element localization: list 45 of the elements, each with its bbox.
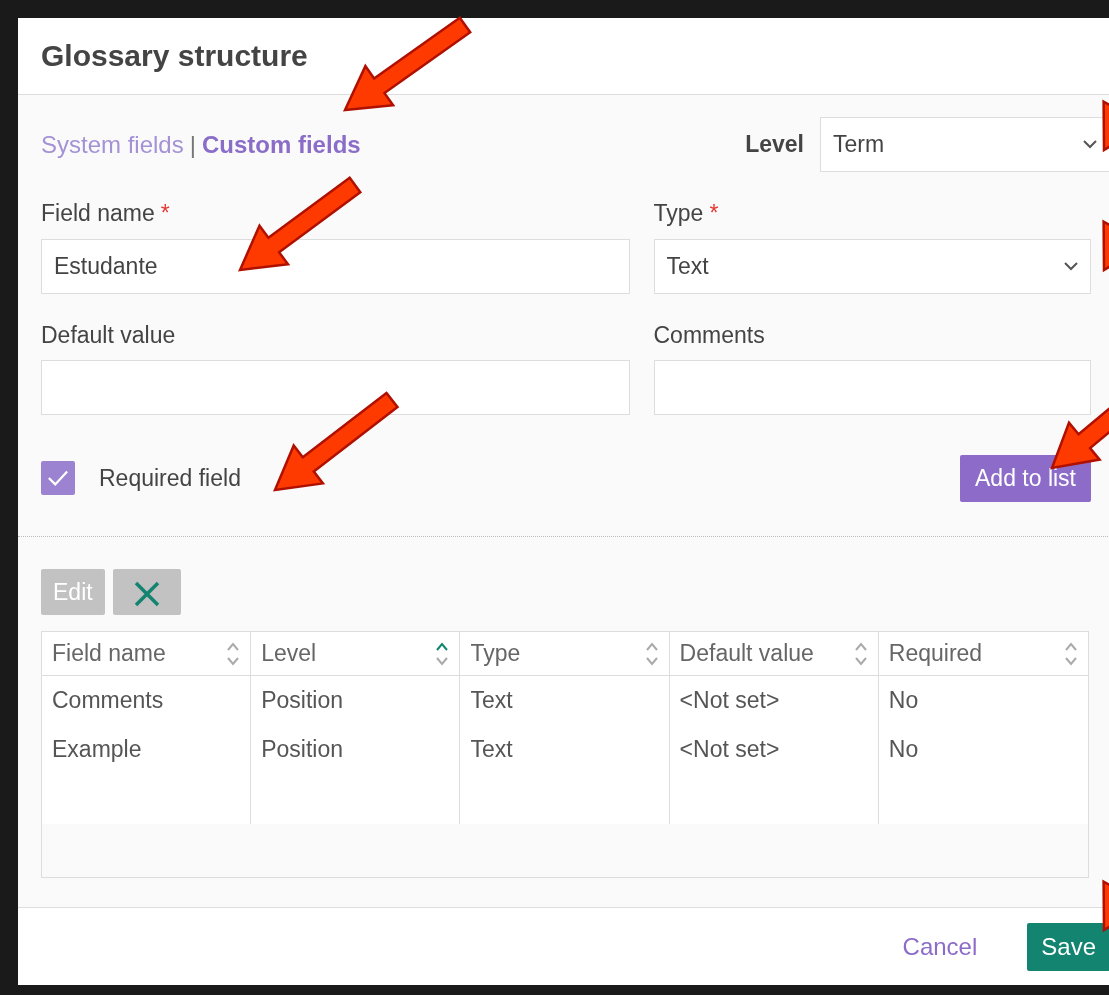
save-button[interactable]: Save — [1027, 922, 1109, 971]
table-cell-text: Example — [52, 735, 143, 764]
table-cell-text: <Not set> — [679, 735, 781, 764]
checkbox-label: Required field — [99, 464, 241, 493]
field-label: Field name * — [41, 199, 171, 228]
cancel-link[interactable]: Cancel — [902, 928, 978, 965]
table-cell-text: <Not set> — [679, 686, 781, 715]
field-label: Comments — [653, 320, 766, 350]
table-cell-text: Position — [261, 686, 344, 715]
table-cell-text: No — [888, 735, 920, 764]
table-cell-text: Position — [261, 735, 344, 764]
default-value-input[interactable] — [41, 360, 630, 415]
dropdown-value: Term — [833, 130, 885, 160]
checkbox[interactable] — [41, 461, 75, 496]
column-label: Required — [888, 639, 983, 669]
field-tab[interactable]: Custom fields — [201, 126, 361, 163]
table-cell-text: Text — [470, 686, 514, 715]
tab-separator: | — [189, 129, 196, 160]
chevron-down-icon — [1064, 261, 1078, 271]
comments-input[interactable] — [653, 360, 1091, 415]
column-label: Default value — [679, 639, 814, 669]
type-dropdown[interactable]: Text — [653, 238, 1091, 294]
field-label: Default value — [41, 320, 177, 350]
table-cell-text: No — [888, 686, 920, 715]
column-header[interactable]: Level — [251, 632, 461, 675]
add-to-list-button[interactable]: Add to list — [960, 455, 1091, 502]
column-header[interactable]: Field name — [42, 632, 252, 675]
field-name-input[interactable]: Estudante — [41, 238, 630, 294]
column-header[interactable]: Default value — [669, 632, 879, 675]
close-icon — [132, 579, 161, 608]
level-dropdown[interactable]: Term — [820, 117, 1109, 172]
dialog-title: Glossary structure — [41, 38, 309, 74]
table-cell-text: Comments — [52, 686, 165, 715]
table-cell-text: Text — [470, 735, 514, 764]
dropdown-value: Text — [666, 251, 709, 281]
level-label: Level — [745, 130, 804, 160]
column-header[interactable]: Required — [878, 632, 1088, 675]
field-label: Type * — [653, 199, 720, 228]
chevron-down-icon — [1083, 140, 1097, 149]
checkmark-icon — [47, 468, 69, 489]
column-label: Field name — [52, 639, 166, 669]
delete-button[interactable] — [112, 569, 181, 615]
column-label: Type — [470, 639, 521, 669]
column-label: Level — [261, 639, 317, 669]
column-header[interactable]: Type — [460, 632, 670, 675]
